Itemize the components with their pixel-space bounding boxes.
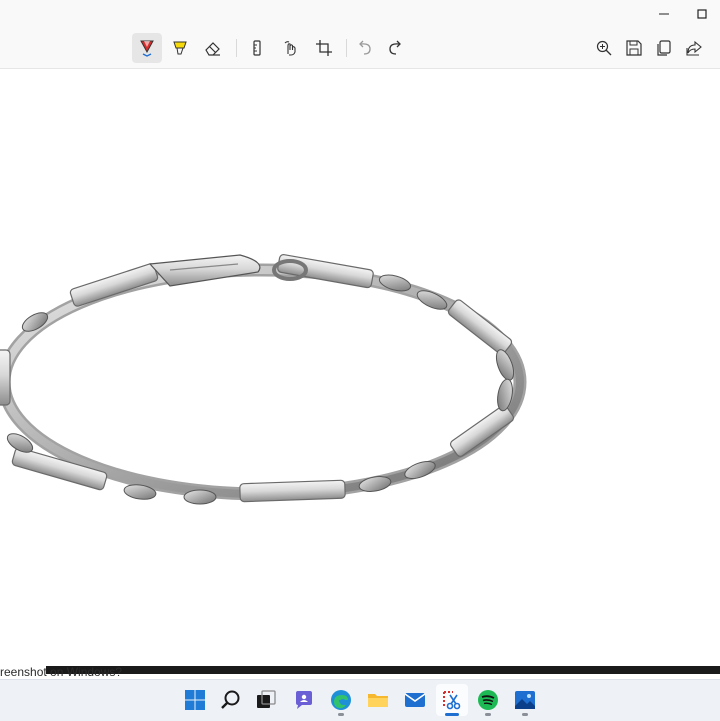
spotify-icon xyxy=(478,690,498,710)
windows-start-icon xyxy=(185,690,205,710)
markup-toolbar xyxy=(0,28,720,69)
spotify-button[interactable] xyxy=(472,684,504,716)
ruler-icon xyxy=(253,40,261,56)
share-button[interactable] xyxy=(679,33,709,63)
undo-button[interactable] xyxy=(350,33,380,63)
minimize-button[interactable] xyxy=(645,0,683,28)
taskbar-search-button[interactable] xyxy=(215,684,247,716)
zoom-icon xyxy=(596,40,612,56)
ballpoint-pen-button[interactable] xyxy=(132,33,162,63)
snipping-tool-icon xyxy=(443,691,461,710)
minimize-icon xyxy=(659,13,669,15)
toolbar-divider xyxy=(346,39,347,57)
touch-writing-button[interactable] xyxy=(276,33,306,63)
eraser-icon xyxy=(205,42,220,56)
start-button[interactable] xyxy=(179,684,211,716)
save-button[interactable] xyxy=(619,33,649,63)
crop-icon xyxy=(316,40,332,56)
edge-taskbar-button[interactable] xyxy=(325,684,357,716)
photos-icon xyxy=(515,691,535,709)
running-indicator xyxy=(485,713,491,716)
share-icon xyxy=(686,40,702,56)
highlighter-icon xyxy=(173,41,187,55)
save-icon xyxy=(626,40,642,56)
photos-button[interactable] xyxy=(509,684,541,716)
task-view-button[interactable] xyxy=(250,684,282,716)
task-view-icon xyxy=(257,690,276,708)
snipping-tool-button[interactable] xyxy=(436,684,468,716)
toolbar-divider xyxy=(236,39,237,57)
folder-icon xyxy=(368,694,388,707)
background-caption: reenshot on Windows? xyxy=(0,665,123,679)
screenshot-canvas[interactable] xyxy=(0,69,720,666)
redo-button[interactable] xyxy=(380,33,410,63)
running-indicator xyxy=(522,713,528,716)
chat-icon xyxy=(296,691,312,709)
mail-icon xyxy=(404,693,426,707)
zoom-button[interactable] xyxy=(589,33,619,63)
undo-icon xyxy=(359,40,371,55)
chat-button[interactable] xyxy=(288,684,320,716)
highlighter-button[interactable] xyxy=(165,33,195,63)
pen-icon xyxy=(140,40,154,57)
search-icon xyxy=(221,690,240,709)
redo-icon xyxy=(389,40,401,55)
touch-writing-icon xyxy=(284,41,296,56)
eraser-button[interactable] xyxy=(198,33,228,63)
active-indicator xyxy=(445,713,459,716)
bracelet-image xyxy=(0,254,527,505)
ruler-button[interactable] xyxy=(242,33,272,63)
copy-icon xyxy=(657,40,671,56)
crop-button[interactable] xyxy=(309,33,339,63)
taskbar xyxy=(0,679,720,721)
mail-button[interactable] xyxy=(399,684,431,716)
background-window-edge xyxy=(46,666,720,674)
running-indicator xyxy=(338,713,344,716)
maximize-icon xyxy=(697,9,707,19)
edge-browser-icon xyxy=(331,690,351,710)
maximize-button[interactable] xyxy=(683,0,720,28)
title-bar xyxy=(0,0,720,28)
copy-button[interactable] xyxy=(649,33,679,63)
file-explorer-button[interactable] xyxy=(362,684,394,716)
